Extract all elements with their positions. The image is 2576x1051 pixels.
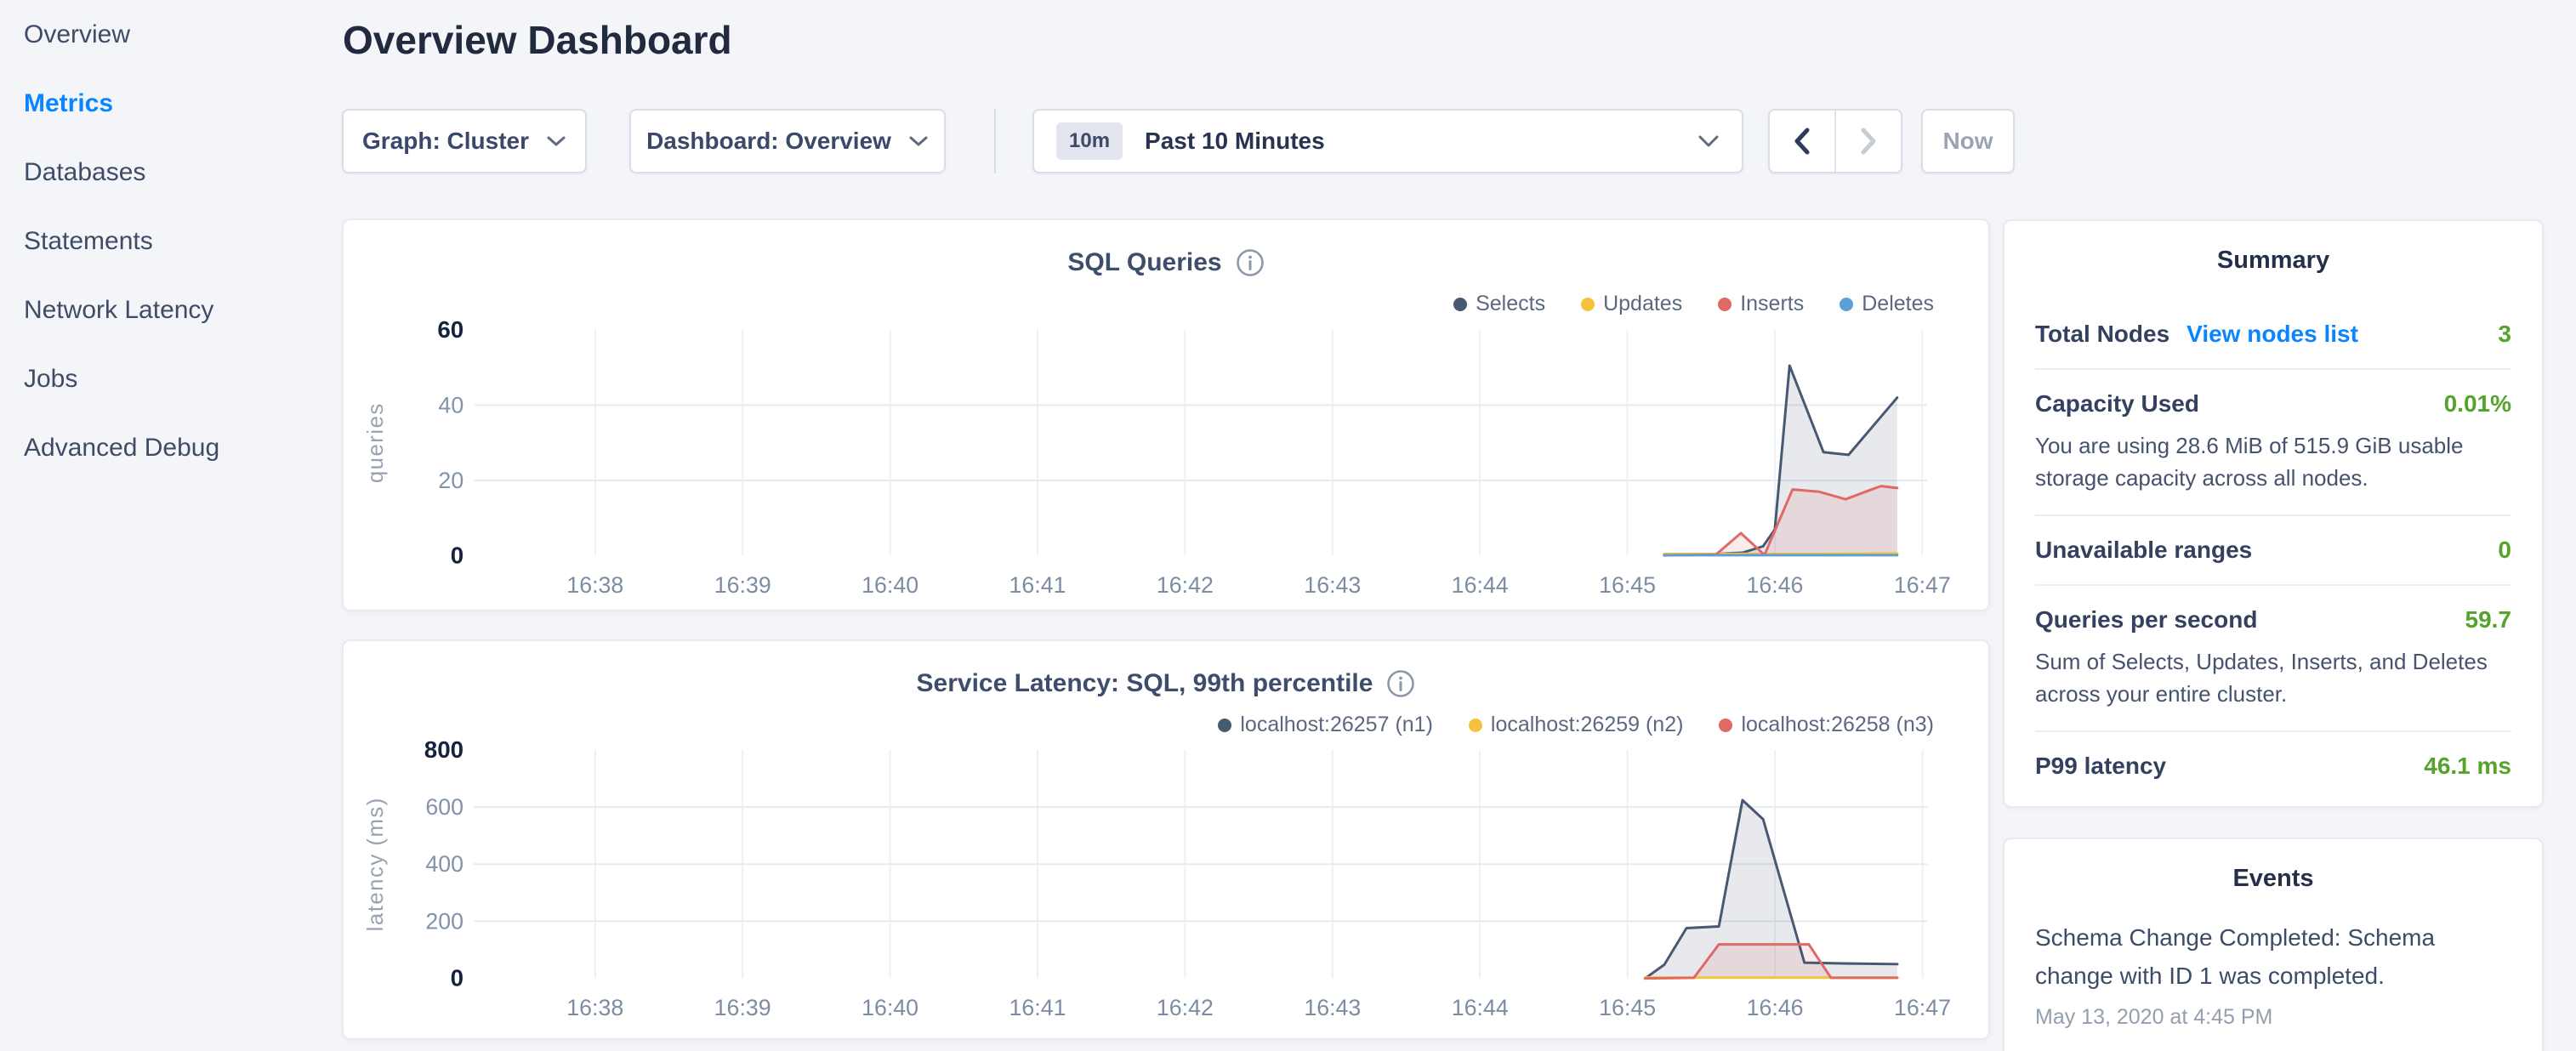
summary-row-label: Queries per second — [2035, 606, 2257, 633]
summary-row: P99 latency 46.1 ms — [2035, 730, 2511, 800]
svg-text:16:41: 16:41 — [1009, 572, 1066, 598]
time-range-badge: 10m — [1056, 122, 1123, 160]
svg-text:16:46: 16:46 — [1746, 572, 1803, 598]
summary-row-label: Capacity Used — [2035, 390, 2199, 418]
graph-dropdown-label: Graph: Cluster — [362, 128, 529, 155]
chevron-down-icon — [1697, 134, 1720, 148]
chevron-right-icon — [1859, 127, 1878, 156]
svg-text:16:45: 16:45 — [1599, 572, 1656, 598]
events-list: Schema Change Completed: Schema change w… — [2035, 918, 2511, 1030]
summary-row-value: 3 — [2498, 321, 2511, 348]
event-text: Schema Change Completed: Schema change w… — [2035, 918, 2511, 995]
chevron-left-icon — [1793, 127, 1811, 156]
svg-text:16:47: 16:47 — [1894, 572, 1951, 598]
chevron-down-icon — [908, 135, 929, 147]
svg-text:16:38: 16:38 — [566, 572, 623, 598]
graph-dropdown[interactable]: Graph: Cluster — [342, 109, 587, 173]
svg-text:800: 800 — [424, 736, 463, 763]
summary-row-value: 0 — [2498, 537, 2511, 564]
now-button[interactable]: Now — [1921, 109, 2015, 173]
svg-text:16:46: 16:46 — [1747, 995, 1804, 1020]
svg-text:16:44: 16:44 — [1452, 572, 1509, 598]
time-range-label: Past 10 Minutes — [1145, 128, 1325, 155]
time-next-button[interactable] — [1834, 111, 1901, 172]
svg-text:16:44: 16:44 — [1452, 995, 1509, 1020]
sidebar-item-databases[interactable]: Databases — [0, 138, 342, 207]
view-nodes-list-link[interactable]: View nodes list — [2186, 321, 2358, 348]
sidebar-item-network-latency[interactable]: Network Latency — [0, 276, 342, 344]
svg-text:600: 600 — [425, 794, 463, 820]
controls-divider — [994, 109, 996, 173]
svg-text:200: 200 — [425, 908, 463, 934]
summary-row-label: Total Nodes — [2035, 321, 2169, 348]
svg-text:16:43: 16:43 — [1304, 995, 1361, 1020]
dashboard-controls: Graph: Cluster Dashboard: Overview 10m P… — [342, 109, 2015, 173]
summary-panel: Summary Total Nodes View nodes list 3 Capac… — [2003, 219, 2544, 808]
summary-title: Summary — [2035, 247, 2511, 275]
summary-rows: Total Nodes View nodes list 3 Capacity Used… — [2035, 300, 2511, 800]
svg-text:16:43: 16:43 — [1304, 572, 1361, 598]
svg-text:16:38: 16:38 — [566, 995, 623, 1020]
events-title: Events — [2035, 865, 2511, 893]
event-timestamp: May 13, 2020 at 4:45 PM — [2035, 1005, 2511, 1030]
svg-text:16:39: 16:39 — [714, 995, 771, 1020]
event-item: Schema Change Completed: Schema change w… — [2035, 918, 2511, 1030]
sidebar-item-metrics[interactable]: Metrics — [0, 69, 342, 138]
summary-row: Total Nodes View nodes list 3 — [2035, 300, 2511, 368]
svg-text:latency (ms): latency (ms) — [364, 797, 388, 931]
svg-text:16:40: 16:40 — [862, 995, 918, 1020]
svg-text:60: 60 — [437, 316, 463, 343]
svg-text:16:42: 16:42 — [1157, 572, 1214, 598]
svg-text:16:40: 16:40 — [862, 572, 918, 598]
dashboard-dropdown-label: Dashboard: Overview — [646, 128, 891, 155]
svg-text:16:39: 16:39 — [714, 572, 771, 598]
summary-row-description: Sum of Selects, Updates, Inserts, and De… — [2035, 645, 2511, 710]
sql-queries-chart-card: SQL Queries SelectsUpdatesInsertsDeletes… — [342, 219, 1990, 611]
summary-row-label: Unavailable ranges — [2035, 537, 2252, 564]
service-latency-chart-card: Service Latency: SQL, 99th percentile lo… — [342, 639, 1990, 1040]
service-latency-plot[interactable]: 0 200 400 600 800 16:38 16:39 16:40 16:41 16:42 16… — [344, 641, 1988, 1038]
page-title: Overview Dashboard — [343, 17, 732, 63]
dashboard-dropdown[interactable]: Dashboard: Overview — [629, 109, 946, 173]
summary-row: Capacity Used 0.01% You are using 28.6 MiB… — [2035, 368, 2511, 514]
svg-text:queries: queries — [364, 402, 388, 483]
summary-row-value: 59.7 — [2465, 606, 2512, 633]
events-panel: Events Schema Change Completed: Schema c… — [2003, 838, 2544, 1051]
svg-text:16:47: 16:47 — [1894, 995, 1951, 1020]
svg-text:20: 20 — [438, 468, 463, 493]
summary-row: Unavailable ranges 0 — [2035, 514, 2511, 584]
svg-text:0: 0 — [451, 542, 463, 568]
summary-row-description: You are using 28.6 MiB of 515.9 GiB usab… — [2035, 429, 2511, 494]
summary-row-value: 46.1 ms — [2424, 753, 2511, 780]
sidebar-item-jobs[interactable]: Jobs — [0, 344, 342, 413]
time-range-picker[interactable]: 10m Past 10 Minutes — [1032, 109, 1743, 173]
db-console-screen: OverviewMetricsDatabasesStatementsNetwor… — [0, 0, 2576, 1051]
svg-text:16:41: 16:41 — [1009, 995, 1066, 1020]
summary-row: Queries per second 59.7 Sum of Selects, Up… — [2035, 584, 2511, 730]
svg-text:40: 40 — [438, 392, 463, 418]
svg-text:16:42: 16:42 — [1157, 995, 1214, 1020]
summary-row-label: P99 latency — [2035, 753, 2166, 780]
summary-row-value: 0.01% — [2444, 390, 2511, 418]
time-window-nav — [1768, 109, 1902, 173]
sidebar-item-advanced-debug[interactable]: Advanced Debug — [0, 413, 342, 482]
sidebar-item-statements[interactable]: Statements — [0, 207, 342, 276]
sidebar-item-overview[interactable]: Overview — [0, 0, 342, 69]
svg-text:400: 400 — [425, 851, 463, 877]
sql-queries-plot[interactable]: 0 20 40 60 16:38 16:39 16:40 16:41 16:42 16:43 16:… — [344, 220, 1988, 610]
sidebar: OverviewMetricsDatabasesStatementsNetwor… — [0, 0, 342, 482]
svg-text:0: 0 — [451, 965, 463, 991]
chevron-down-icon — [546, 135, 566, 147]
svg-text:16:45: 16:45 — [1599, 995, 1656, 1020]
time-prev-button[interactable] — [1770, 111, 1834, 172]
